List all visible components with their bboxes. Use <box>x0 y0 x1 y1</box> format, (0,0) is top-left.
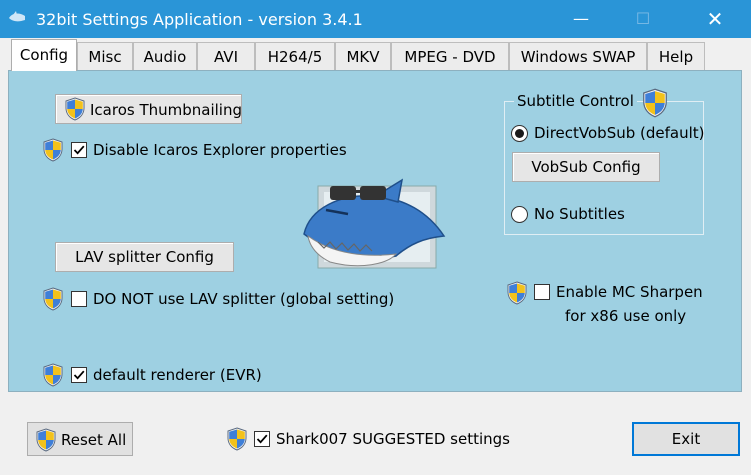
tab-avi[interactable]: AVI <box>197 42 255 70</box>
exit-button[interactable]: Exit <box>632 422 740 456</box>
tab-windows-swap[interactable]: Windows SWAP <box>509 42 647 70</box>
checkmark-icon <box>255 432 269 446</box>
default-renderer-label: default renderer (EVR) <box>93 366 262 384</box>
directvobsub-label: DirectVobSub (default) <box>534 124 705 142</box>
tab-audio[interactable]: Audio <box>133 42 197 70</box>
icaros-thumbnailing-label: Icaros Thumbnailing <box>90 101 242 119</box>
uac-shield-icon <box>641 88 669 118</box>
mc-sharpen-note: for x86 use only <box>565 307 687 325</box>
title-bar: 32bit Settings Application - version 3.4… <box>0 0 751 38</box>
uac-shield-icon <box>506 281 528 305</box>
minimize-button[interactable]: — <box>558 0 604 38</box>
disable-icaros-checkbox[interactable] <box>71 142 87 158</box>
uac-shield-icon <box>42 138 64 162</box>
lav-splitter-config-button[interactable]: LAV splitter Config <box>55 242 234 272</box>
reset-all-label: Reset All <box>61 431 127 449</box>
tab-help[interactable]: Help <box>647 42 705 70</box>
window-title: 32bit Settings Application - version 3.4… <box>36 10 363 29</box>
no-lav-splitter-checkbox[interactable] <box>71 291 87 307</box>
mc-sharpen-checkbox[interactable] <box>534 284 550 300</box>
no-subtitles-radio[interactable] <box>511 206 528 223</box>
tab-mkv[interactable]: MKV <box>335 42 391 70</box>
checkmark-icon <box>72 143 86 157</box>
shark-logo-icon <box>303 178 446 269</box>
mc-sharpen-label: Enable MC Sharpen <box>556 283 703 301</box>
icaros-thumbnailing-button[interactable]: Icaros Thumbnailing <box>55 94 242 124</box>
maximize-button[interactable]: ☐ <box>620 0 666 38</box>
no-lav-splitter-label: DO NOT use LAV splitter (global setting) <box>93 290 395 308</box>
uac-shield-icon <box>226 427 248 451</box>
suggested-settings-label: Shark007 SUGGESTED settings <box>276 430 510 448</box>
close-button[interactable]: ✕ <box>692 0 738 38</box>
default-renderer-checkbox[interactable] <box>71 367 87 383</box>
uac-shield-icon <box>42 363 64 387</box>
directvobsub-radio[interactable] <box>511 125 528 142</box>
disable-icaros-label: Disable Icaros Explorer properties <box>93 141 347 159</box>
tab-mpeg-dvd[interactable]: MPEG - DVD <box>391 42 509 70</box>
radio-selected-dot <box>515 129 524 138</box>
reset-all-button[interactable]: Reset All <box>27 422 133 456</box>
uac-shield-icon <box>64 97 86 121</box>
uac-shield-icon <box>42 287 64 311</box>
subtitle-control-title: Subtitle Control <box>514 92 637 110</box>
no-subtitles-label: No Subtitles <box>534 205 625 223</box>
tab-config[interactable]: Config <box>11 39 77 71</box>
suggested-settings-checkbox[interactable] <box>254 431 270 447</box>
tab-h264[interactable]: H264/5 <box>255 42 335 70</box>
vobsub-config-button[interactable]: VobSub Config <box>512 152 660 182</box>
shark-app-icon <box>9 11 25 22</box>
checkmark-icon <box>72 368 86 382</box>
uac-shield-icon <box>35 428 57 452</box>
tab-misc[interactable]: Misc <box>77 42 133 70</box>
